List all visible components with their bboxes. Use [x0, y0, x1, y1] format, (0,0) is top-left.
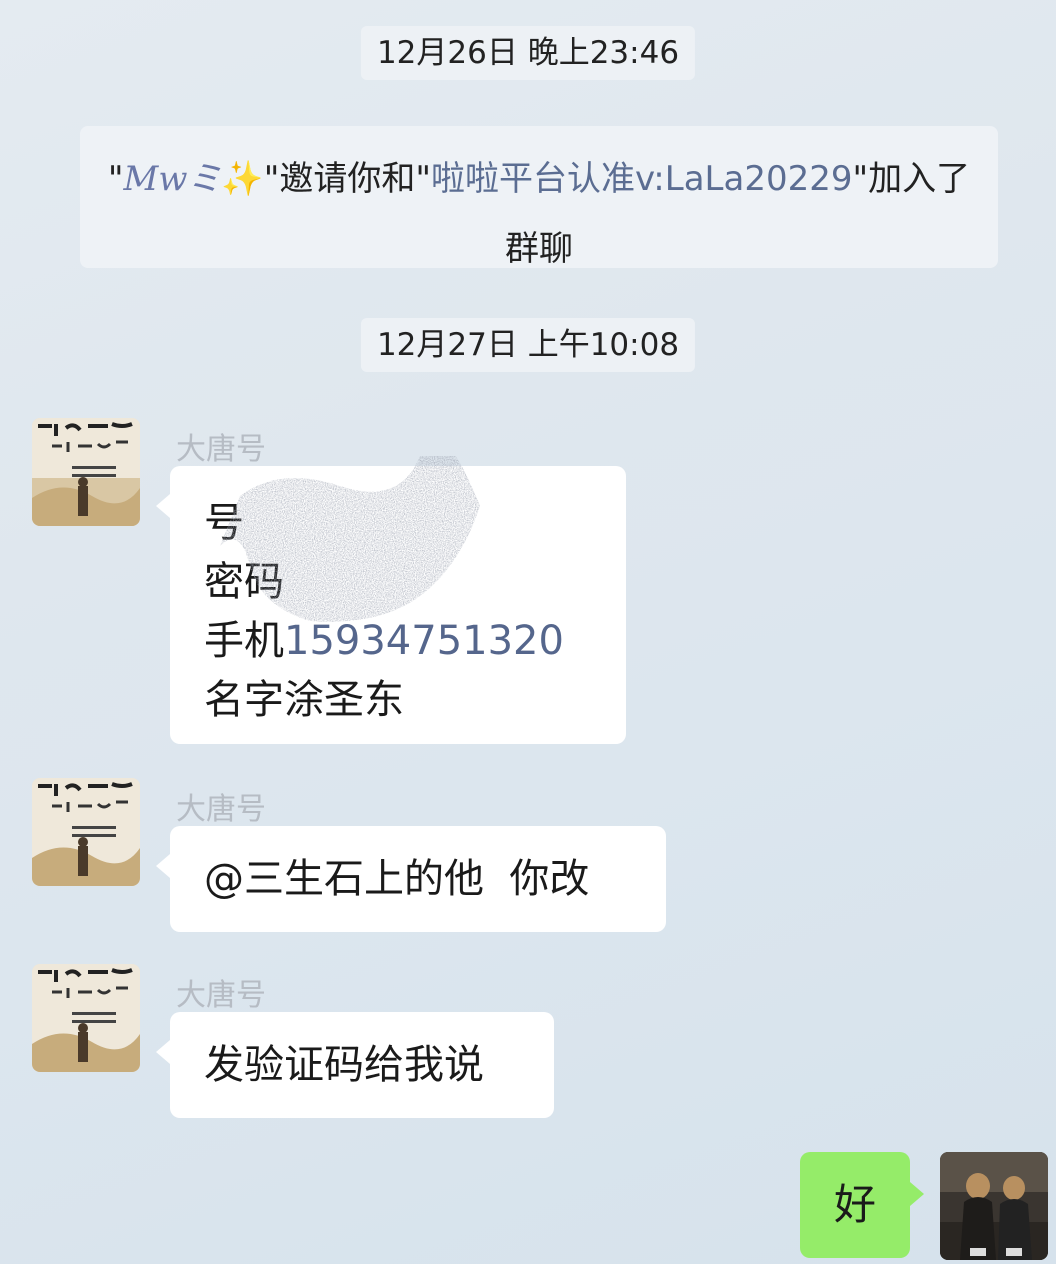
line-label: 号 [204, 500, 244, 546]
phone-number-link[interactable]: 15934751320 [284, 618, 564, 664]
calligraphy-poster-image [32, 964, 140, 1072]
message-line-phone: 手机15934751320 [204, 612, 626, 671]
sender-name: 大唐号 [176, 792, 266, 827]
sender-name: 大唐号 [176, 978, 266, 1013]
message-line-password: 密码 [204, 553, 626, 612]
invitee-name[interactable]: 啦啦平台认准v:LaLa20229 [431, 159, 852, 199]
inviter-name[interactable]: Mw [124, 159, 188, 199]
inviter-ornament: ミ [187, 159, 222, 199]
my-avatar[interactable] [940, 1152, 1048, 1260]
message-bubble[interactable]: @三生石上的他 你改 [156, 826, 666, 932]
calligraphy-poster-image [32, 418, 140, 526]
quote-open: " [107, 159, 124, 199]
avatar[interactable] [32, 418, 140, 526]
message-line-name: 名字涂圣东 [204, 671, 626, 730]
invite-text-part1: "邀请你和" [263, 159, 432, 199]
timestamp-divider: 12月26日 晚上23:46 [360, 26, 696, 80]
line-label: 密码 [204, 559, 284, 605]
line-label: 手机 [204, 618, 284, 664]
avatar[interactable] [32, 778, 140, 886]
timestamp-divider: 12月27日 上午10:08 [360, 318, 696, 372]
line-label: 名字涂圣东 [204, 677, 404, 723]
message-bubble[interactable]: 号 密码 手机15934751320 名字涂圣东 [156, 466, 626, 744]
message-bubble[interactable]: 发验证码给我说 [156, 1012, 554, 1118]
group-invite-system-message: "Mwミ✨"邀请你和"啦啦平台认准v:LaLa20229"加入了群聊 [80, 126, 998, 269]
avatar[interactable] [32, 964, 140, 1072]
message-bubble-outgoing[interactable]: 好 [800, 1152, 924, 1258]
message-line-account: 号 [204, 494, 626, 553]
couple-photo-image [940, 1152, 1048, 1260]
sparkle-icon: ✨ [221, 159, 264, 199]
calligraphy-poster-image [32, 778, 140, 886]
sender-name: 大唐号 [176, 432, 266, 467]
